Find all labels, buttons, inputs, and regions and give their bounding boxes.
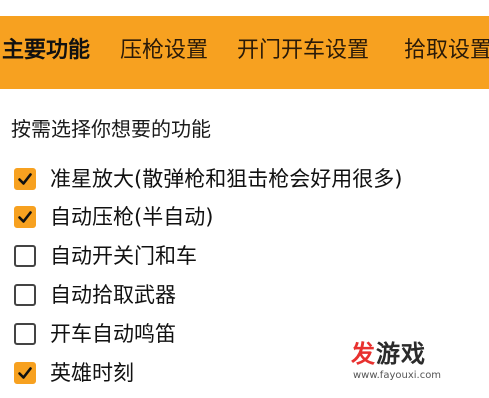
option-label: 准星放大(散弹枪和狙击枪会好用很多) [50, 167, 403, 191]
watermark-logo: 发游戏 www.fayouxi.com [347, 338, 477, 388]
checkbox-checked[interactable] [14, 362, 36, 384]
checkbox-unchecked[interactable] [14, 323, 36, 345]
checkmark-icon [18, 211, 32, 223]
top-strip [0, 0, 489, 16]
watermark-logo-text: 发游戏 [351, 340, 426, 368]
checkbox-unchecked[interactable] [14, 284, 36, 306]
tab-door-vehicle-settings[interactable]: 开门开车设置 [237, 37, 369, 65]
tab-bar: 主要功能 压枪设置 开门开车设置 拾取设置 [0, 16, 489, 89]
checkbox-checked[interactable] [14, 206, 36, 228]
watermark-logo-part2: 游戏 [376, 340, 426, 368]
tab-recoil-settings[interactable]: 压枪设置 [120, 37, 208, 65]
option-label: 自动开关门和车 [50, 244, 197, 268]
checkbox-checked[interactable] [14, 168, 36, 190]
option-label: 自动压枪(半自动) [50, 205, 214, 229]
option-label: 自动拾取武器 [50, 283, 176, 307]
option-label: 英雄时刻 [50, 361, 134, 385]
checkmark-icon [18, 173, 32, 185]
tab-pickup-settings[interactable]: 拾取设置 [404, 37, 489, 65]
watermark-url: www.fayouxi.com [353, 370, 442, 381]
panel-prompt: 按需选择你想要的功能 [11, 117, 211, 141]
checkmark-icon [18, 367, 32, 379]
option-label: 开车自动鸣笛 [50, 322, 176, 346]
checkbox-unchecked[interactable] [14, 245, 36, 267]
tab-main-features[interactable]: 主要功能 [2, 37, 90, 65]
features-panel: 按需选择你想要的功能 准星放大(散弹枪和狙击枪会好用很多) 自动压枪(半自动) … [0, 89, 489, 398]
watermark-logo-part1: 发 [351, 340, 376, 368]
